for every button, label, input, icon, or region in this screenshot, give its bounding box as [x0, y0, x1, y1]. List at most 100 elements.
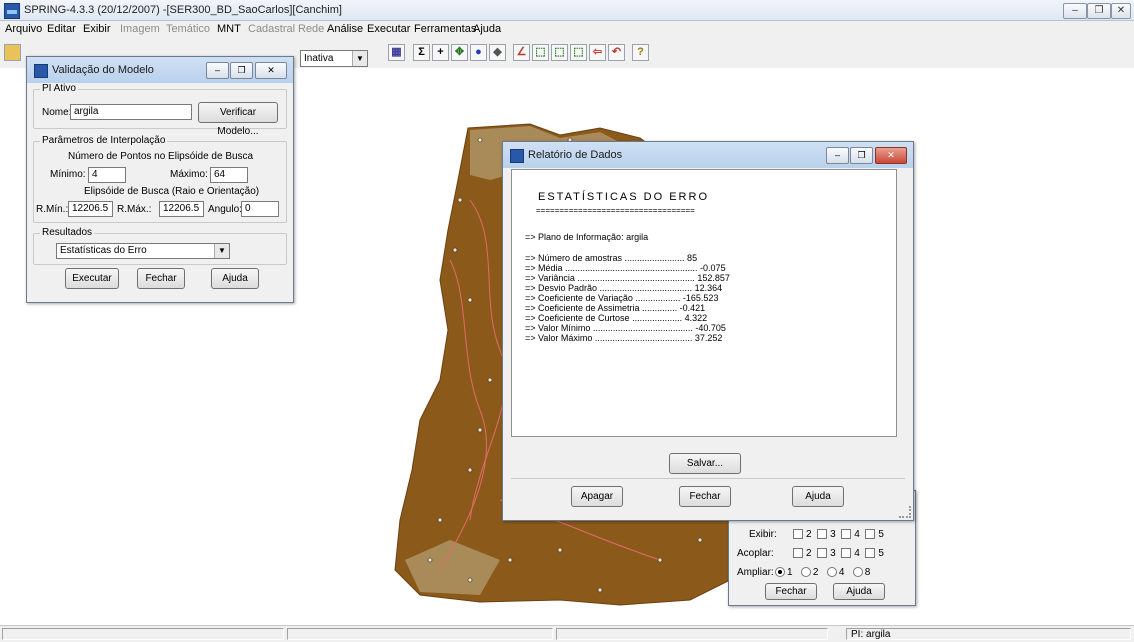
- maximo-input[interactable]: 64: [210, 167, 248, 183]
- acoplar-option-3: 3: [830, 548, 836, 559]
- menu-cadastral[interactable]: Cadastral: [248, 23, 295, 35]
- menu-mnt[interactable]: MNT: [217, 23, 241, 35]
- sample-point: [477, 427, 483, 433]
- exibir-option-5: 5: [878, 529, 884, 540]
- acoplar-check-3[interactable]: [817, 548, 828, 559]
- angulo-input[interactable]: 0: [241, 201, 279, 217]
- eraser-icon[interactable]: ◆: [489, 44, 506, 61]
- sample-point: [477, 137, 483, 143]
- apagar-button[interactable]: Apagar: [571, 486, 623, 507]
- report-line: => Média ...............................…: [525, 263, 726, 273]
- back-arrow-icon[interactable]: ⇦: [589, 44, 606, 61]
- maximo-label: Máximo:: [170, 169, 208, 180]
- minimize-button[interactable]: –: [206, 62, 229, 79]
- chevron-down-icon[interactable]: ▼: [352, 51, 367, 66]
- executar-button[interactable]: Executar: [65, 268, 119, 289]
- sample-point: [437, 517, 443, 523]
- acoplar-option-5: 5: [878, 548, 884, 559]
- zoom-area-icon[interactable]: ⬚: [570, 44, 587, 61]
- undo-icon[interactable]: ↶: [608, 44, 625, 61]
- menu-rede[interactable]: Rede: [298, 23, 324, 35]
- minimize-button[interactable]: –: [1063, 3, 1087, 19]
- painel-fechar-button[interactable]: Fechar: [765, 583, 817, 600]
- report-line: => Coeficiente de Variação .............…: [525, 293, 719, 303]
- exibir-check-2[interactable]: [793, 529, 803, 540]
- painel-ajuda-button[interactable]: Ajuda: [833, 583, 885, 600]
- resize-grip[interactable]: [899, 506, 911, 518]
- menu-imagem[interactable]: Imagem: [120, 23, 160, 35]
- separator: [511, 478, 905, 479]
- acoplar-option-2: 2: [806, 548, 812, 559]
- rmin-input[interactable]: 12206.5: [68, 201, 113, 217]
- validacao-dialog: Validação do Modelo – ❐ ✕ PI Ativo Nome:…: [26, 56, 294, 303]
- parametros-group: Parâmetros de Interpolação Número de Pon…: [33, 135, 287, 223]
- chevron-down-icon[interactable]: ▼: [214, 244, 229, 258]
- zoom-out-icon[interactable]: ⬚: [551, 44, 568, 61]
- report-line: => Coeficiente de Curtose ..............…: [525, 313, 708, 323]
- rmax-input[interactable]: 12206.5: [159, 201, 204, 217]
- projection-combo-value: Inativa: [304, 53, 334, 64]
- exibir-check-5[interactable]: [865, 529, 876, 540]
- maximize-button[interactable]: ❐: [230, 62, 253, 79]
- minimo-input[interactable]: 4: [88, 167, 126, 183]
- exibir-check-4[interactable]: [841, 529, 852, 540]
- ajuda-button[interactable]: Ajuda: [211, 268, 259, 289]
- ampliar-radio-4[interactable]: [826, 567, 837, 578]
- menu-ajuda[interactable]: Ajuda: [473, 23, 501, 35]
- move-icon[interactable]: ✥: [451, 44, 468, 61]
- acoplar-check-5[interactable]: [865, 548, 876, 559]
- ampliar-radio-8[interactable]: [852, 567, 863, 578]
- status-bar: PI: argila: [0, 625, 1134, 642]
- report-line: => Valor Mínimo ........................…: [525, 323, 726, 333]
- ampliar-option-2: 2: [812, 567, 819, 578]
- sample-point: [467, 297, 473, 303]
- fechar-button[interactable]: Fechar: [137, 268, 185, 289]
- close-button[interactable]: ✕: [255, 62, 287, 79]
- exibir-option-2: 2: [806, 529, 812, 540]
- menu-arquivo[interactable]: Arquivo: [5, 23, 42, 35]
- ampliar-radio-1[interactable]: [775, 567, 785, 578]
- info-icon[interactable]: ●: [470, 44, 487, 61]
- exibir-check-3[interactable]: [817, 529, 828, 540]
- maximize-button[interactable]: ❐: [1087, 3, 1111, 19]
- nome-label: Nome:: [42, 107, 72, 118]
- parametros-label: Parâmetros de Interpolação: [40, 135, 168, 146]
- verificar-modelo-button[interactable]: Verificar Modelo...: [198, 102, 278, 137]
- plus-icon[interactable]: +: [432, 44, 449, 61]
- menu-exibir[interactable]: Exibir: [83, 23, 111, 35]
- ampliar-radio-2[interactable]: [800, 567, 811, 578]
- relatorio-fechar-button[interactable]: Fechar: [679, 486, 731, 507]
- menu-editar[interactable]: Editar: [47, 23, 76, 35]
- menu-tematico[interactable]: Temático: [166, 23, 210, 35]
- report-line: => Valor Máximo ........................…: [525, 333, 723, 343]
- validacao-title: Validação do Modelo: [52, 64, 154, 76]
- maximize-button[interactable]: ❐: [850, 147, 873, 164]
- close-button[interactable]: ✕: [1111, 3, 1131, 19]
- menu-ferramentas[interactable]: Ferramentas: [414, 23, 476, 35]
- relatorio-title: Relatório de Dados: [528, 149, 623, 161]
- status-cell: [287, 628, 553, 640]
- report-line: => Desvio Padrão .......................…: [525, 283, 723, 293]
- draw-line-icon[interactable]: ∠: [513, 44, 530, 61]
- sigma-icon[interactable]: Σ: [413, 44, 430, 61]
- zoom-in-icon[interactable]: ⬚: [532, 44, 549, 61]
- acoplar-check-4[interactable]: [841, 548, 852, 559]
- close-button[interactable]: ✕: [875, 147, 907, 164]
- status-cell: [2, 628, 284, 640]
- report-text-area[interactable]: ESTATÍSTICAS DO ERRO ===================…: [511, 169, 897, 437]
- exibir-options: 2 3 4 5: [793, 529, 884, 540]
- database-icon[interactable]: [4, 44, 21, 61]
- acoplar-check-2[interactable]: [793, 548, 803, 559]
- menu-executar[interactable]: Executar: [367, 23, 410, 35]
- exibir-label: Exibir:: [749, 529, 777, 540]
- relatorio-ajuda-button[interactable]: Ajuda: [792, 486, 844, 507]
- menu-analise[interactable]: Análise: [327, 23, 363, 35]
- exibir-option-4: 4: [854, 529, 860, 540]
- salvar-button[interactable]: Salvar...: [669, 453, 741, 474]
- resultados-select[interactable]: Estatísticas do Erro ▼: [56, 243, 230, 259]
- projection-combo[interactable]: Inativa ▼: [300, 50, 368, 67]
- nome-input[interactable]: argila: [70, 104, 192, 120]
- help-icon[interactable]: ?: [632, 44, 649, 61]
- minimize-button[interactable]: –: [826, 147, 849, 164]
- grid-icon[interactable]: ▦: [388, 44, 405, 61]
